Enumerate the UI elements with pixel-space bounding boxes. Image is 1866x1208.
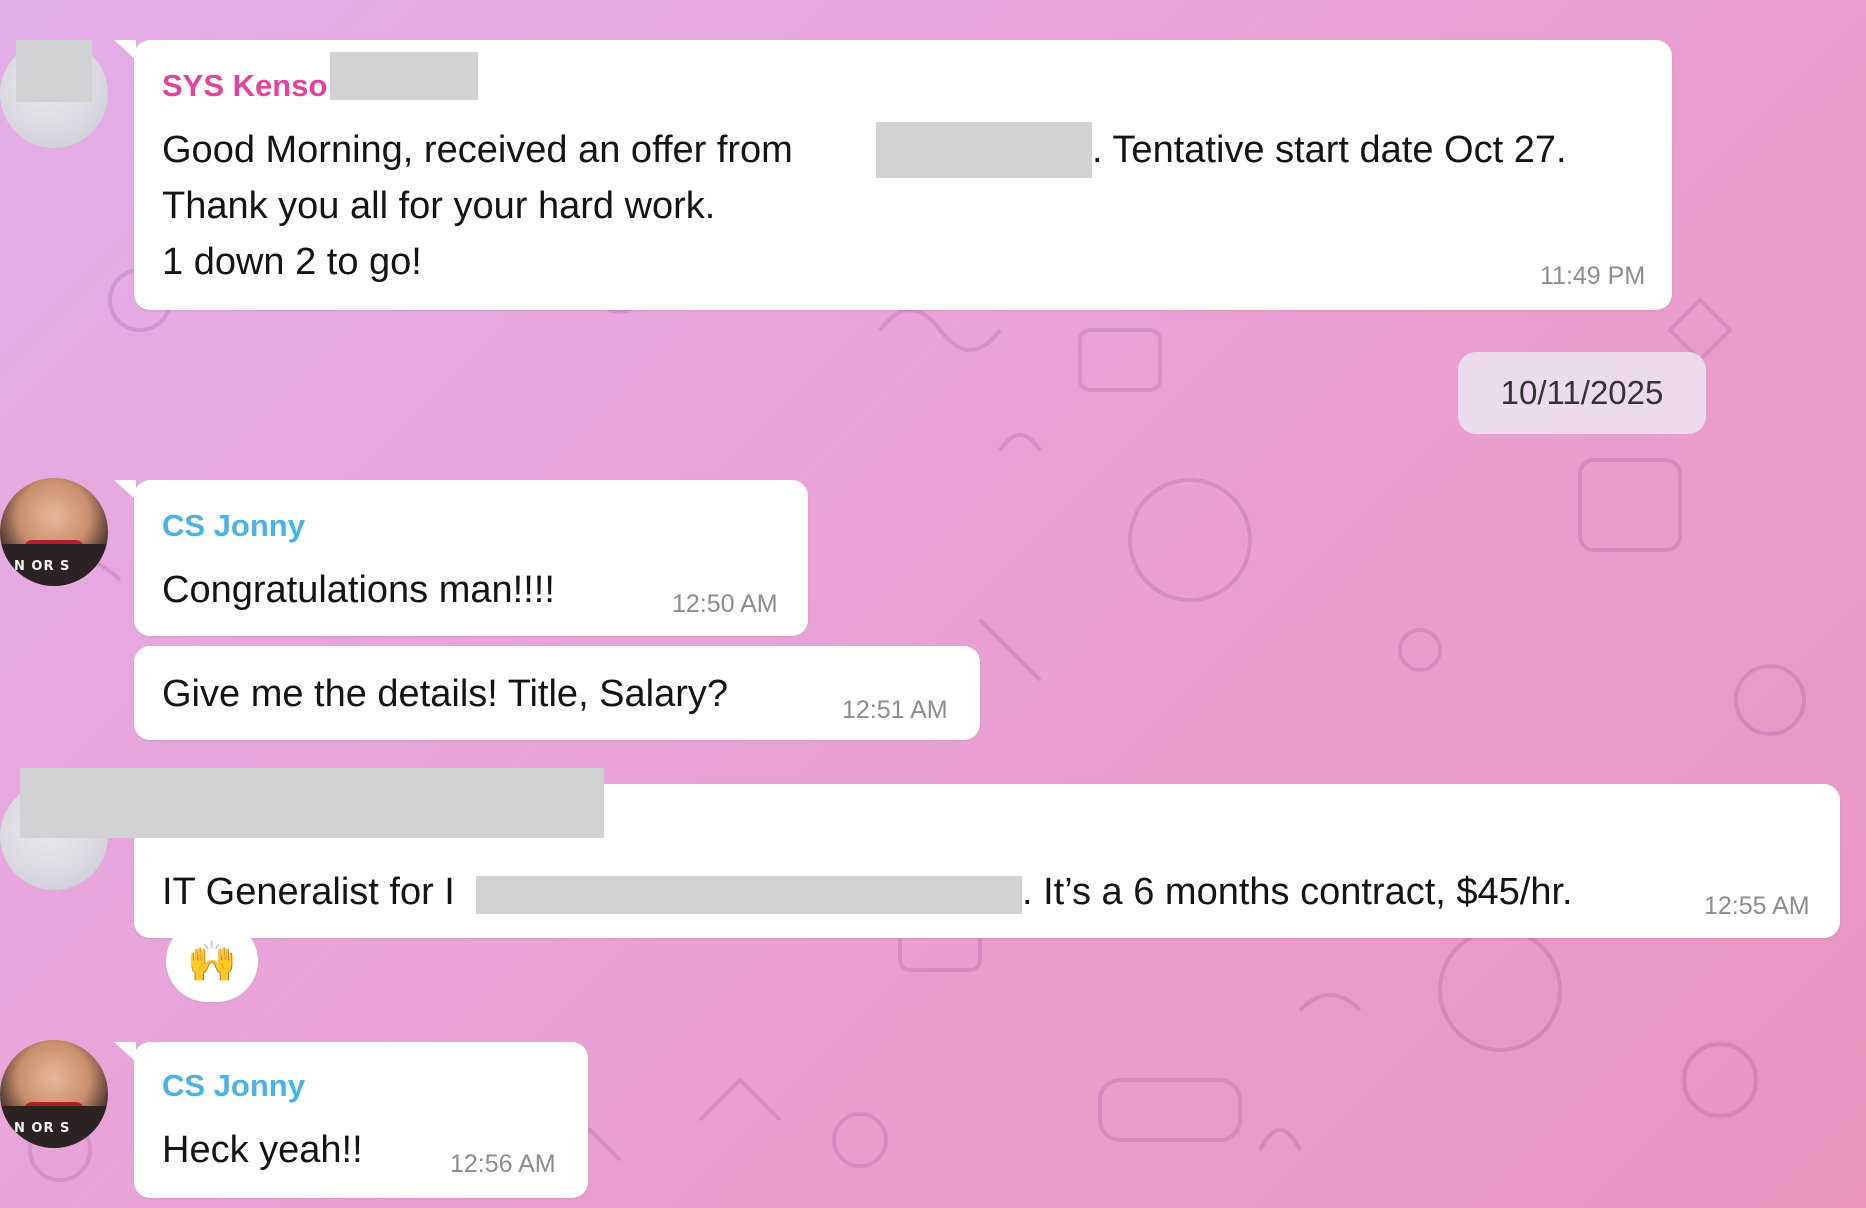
- message-time: 12:51 AM: [842, 696, 948, 724]
- bubble-tail: [114, 40, 136, 60]
- avatar-shirt-text: N OR S: [14, 1121, 71, 1136]
- sender-name[interactable]: CS Jonny: [162, 1068, 305, 1104]
- message-text: . Tentative start date Oct 27.: [1092, 129, 1567, 171]
- avatar[interactable]: N OR S: [0, 478, 108, 586]
- sender-name[interactable]: SYS Kenso: [162, 68, 327, 104]
- message-text: Good Morning, received an offer from: [162, 129, 793, 171]
- avatar[interactable]: N OR S: [0, 1040, 108, 1148]
- message-text: Heck yeah!!: [162, 1129, 363, 1171]
- redacted-company-name: [876, 122, 1092, 178]
- reaction-badge[interactable]: 🙌: [166, 920, 258, 1002]
- message-text: Congratulations man!!!!: [162, 569, 555, 611]
- bubble-tail: [114, 480, 136, 500]
- message-time: 12:56 AM: [450, 1150, 556, 1178]
- message-time: 11:49 PM: [1540, 262, 1646, 290]
- redacted-avatar-area: [16, 40, 92, 102]
- message-text: Give me the details! Title, Salary?: [162, 673, 729, 715]
- sender-name[interactable]: CS Jonny: [162, 508, 305, 544]
- redacted-sender-header: [20, 768, 604, 838]
- bubble-tail: [114, 1042, 136, 1062]
- raising-hands-icon: 🙌: [187, 939, 237, 984]
- message-text: Thank you all for your hard work.: [162, 185, 716, 227]
- message-text: 1 down 2 to go!: [162, 241, 422, 283]
- message-time: 12:55 AM: [1704, 892, 1810, 920]
- redacted-company-name: [476, 876, 1022, 914]
- message-text: . It’s a 6 months contract, $45/hr.: [1022, 871, 1573, 913]
- date-separator: 10/11/2025: [1458, 352, 1706, 434]
- message-text: IT Generalist for I: [162, 871, 455, 913]
- message-time: 12:50 AM: [672, 590, 778, 618]
- redacted-sender-surname: [330, 52, 478, 100]
- avatar-shirt-text: N OR S: [14, 559, 71, 574]
